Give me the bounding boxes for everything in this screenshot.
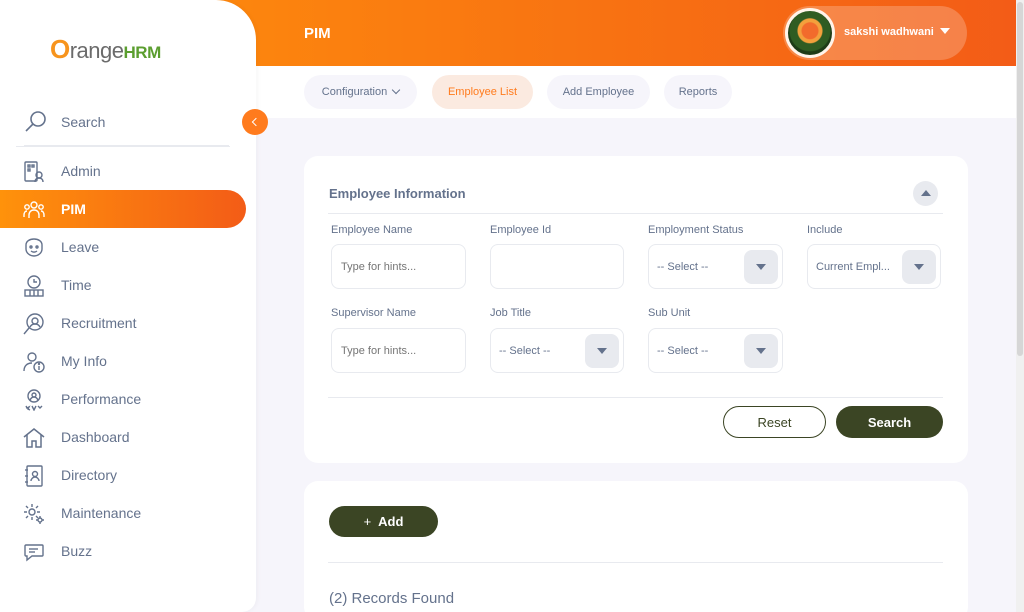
tab-label: Add Employee (562, 86, 635, 98)
dashboard-icon (23, 427, 45, 449)
employee-filter-card: Employee Information Employee Name Emplo… (304, 156, 968, 463)
reset-button[interactable]: Reset (723, 406, 826, 438)
sidebar-item-label: PIM (61, 201, 86, 217)
dropdown-arrow-icon (902, 250, 936, 284)
directory-icon (23, 465, 45, 487)
sidebar-item-label: Admin (61, 163, 101, 179)
tab-employee-list[interactable]: Employee List (432, 75, 533, 109)
caret-down-icon (940, 28, 950, 34)
sub-navigation: Configuration Employee List Add Employee… (256, 66, 1016, 118)
orangehrm-logo[interactable]: OrangeHRM (50, 34, 161, 65)
employment-status-select[interactable]: -- Select -- (648, 244, 783, 289)
tab-add-employee[interactable]: Add Employee (547, 75, 650, 109)
job-title-select[interactable]: -- Select -- (490, 328, 624, 373)
tab-label: Employee List (447, 86, 518, 98)
sidebar-collapse-button[interactable] (242, 109, 268, 135)
employment-status-label: Employment Status (648, 224, 744, 236)
sidebar-item-recruitment[interactable]: Recruitment (0, 304, 246, 342)
user-dropdown[interactable]: sakshi wadhwani (783, 6, 967, 60)
employee-id-input[interactable] (490, 244, 624, 289)
sidebar-item-maintenance[interactable]: Maintenance (0, 494, 246, 532)
collapse-filter-button[interactable] (913, 181, 938, 206)
sidebar-item-label: Performance (61, 391, 142, 407)
supervisor-name-label: Supervisor Name (331, 307, 416, 319)
sidebar-item-my-info[interactable]: My Info (0, 342, 246, 380)
sidebar-divider (16, 146, 230, 147)
sidebar-item-dashboard[interactable]: Dashboard (0, 418, 246, 456)
logo-text: range (69, 38, 124, 63)
select-value: -- Select -- (499, 344, 551, 357)
dropdown-arrow-icon (744, 334, 778, 368)
maintenance-icon (23, 503, 45, 525)
employee-id-label: Employee Id (490, 224, 552, 236)
pim-icon (23, 199, 45, 221)
buzz-icon (23, 541, 45, 563)
chevron-down-icon (391, 85, 401, 95)
sidebar-item-performance[interactable]: Performance (0, 380, 246, 418)
job-title-label: Job Title (490, 307, 531, 319)
select-value: -- Select -- (657, 344, 709, 357)
sidebar-item-buzz[interactable]: Buzz (0, 532, 246, 570)
scrollbar-thumb[interactable] (1017, 2, 1023, 356)
search-button[interactable]: Search (836, 406, 943, 438)
sidebar-item-label: Directory (61, 467, 118, 483)
sidebar-item-label: Leave (61, 239, 100, 255)
select-value: Current Empl... (816, 260, 890, 273)
divider (328, 562, 943, 563)
dropdown-arrow-icon (744, 250, 778, 284)
sidebar-item-label: Time (61, 277, 92, 293)
supervisor-name-input[interactable] (331, 328, 466, 373)
sidebar-item-label: Dashboard (61, 429, 130, 445)
sidebar-item-leave[interactable]: Leave (0, 228, 246, 266)
sidebar-item-label: Buzz (61, 543, 93, 559)
sidebar-search[interactable]: Search (24, 108, 229, 146)
sidebar-search-label: Search (61, 114, 106, 130)
sidebar: OrangeHRM Search Admin PIM Leave Time Re… (0, 0, 256, 612)
sub-unit-select[interactable]: -- Select -- (648, 328, 783, 373)
tab-configuration[interactable]: Configuration (304, 75, 417, 109)
include-select[interactable]: Current Empl... (807, 244, 941, 289)
caret-up-icon (920, 189, 931, 196)
tab-label: Configuration (321, 86, 388, 98)
sidebar-item-directory[interactable]: Directory (0, 456, 246, 494)
my-info-icon (23, 351, 45, 373)
time-icon (23, 275, 45, 297)
recruitment-icon (23, 313, 45, 335)
add-button-label: Add (378, 514, 404, 529)
sidebar-item-admin[interactable]: Admin (0, 152, 246, 190)
select-value: -- Select -- (657, 260, 709, 273)
sub-unit-label: Sub Unit (648, 307, 691, 319)
tab-label: Reports (678, 86, 718, 98)
tab-reports[interactable]: Reports (664, 75, 732, 109)
avatar (785, 8, 835, 58)
performance-icon (23, 389, 45, 411)
search-icon (24, 110, 48, 134)
divider (328, 397, 943, 398)
employee-name-input[interactable] (331, 244, 466, 289)
dropdown-arrow-icon (585, 334, 619, 368)
records-found-count: (2) Records Found (329, 590, 455, 607)
sidebar-item-label: Recruitment (61, 315, 137, 331)
filter-title: Employee Information (329, 186, 466, 201)
page-title: PIM (304, 25, 331, 42)
employee-list-card: + Add (2) Records Found (304, 481, 968, 612)
leave-icon (23, 237, 45, 259)
divider (328, 213, 943, 214)
include-label: Include (807, 224, 843, 236)
user-name: sakshi wadhwani (844, 26, 934, 38)
plus-icon: + (363, 514, 372, 529)
sidebar-item-pim[interactable]: PIM (0, 190, 246, 228)
logo-hrm: HRM (123, 43, 162, 62)
sidebar-item-label: Maintenance (61, 505, 142, 521)
chevron-left-icon (251, 117, 261, 127)
employee-name-label: Employee Name (331, 224, 413, 236)
sidebar-item-time[interactable]: Time (0, 266, 246, 304)
add-employee-button[interactable]: + Add (329, 506, 438, 537)
logo-letter: O (50, 34, 70, 64)
page-scrollbar[interactable] (1016, 0, 1024, 612)
admin-icon (23, 161, 45, 183)
sidebar-item-label: My Info (61, 353, 107, 369)
